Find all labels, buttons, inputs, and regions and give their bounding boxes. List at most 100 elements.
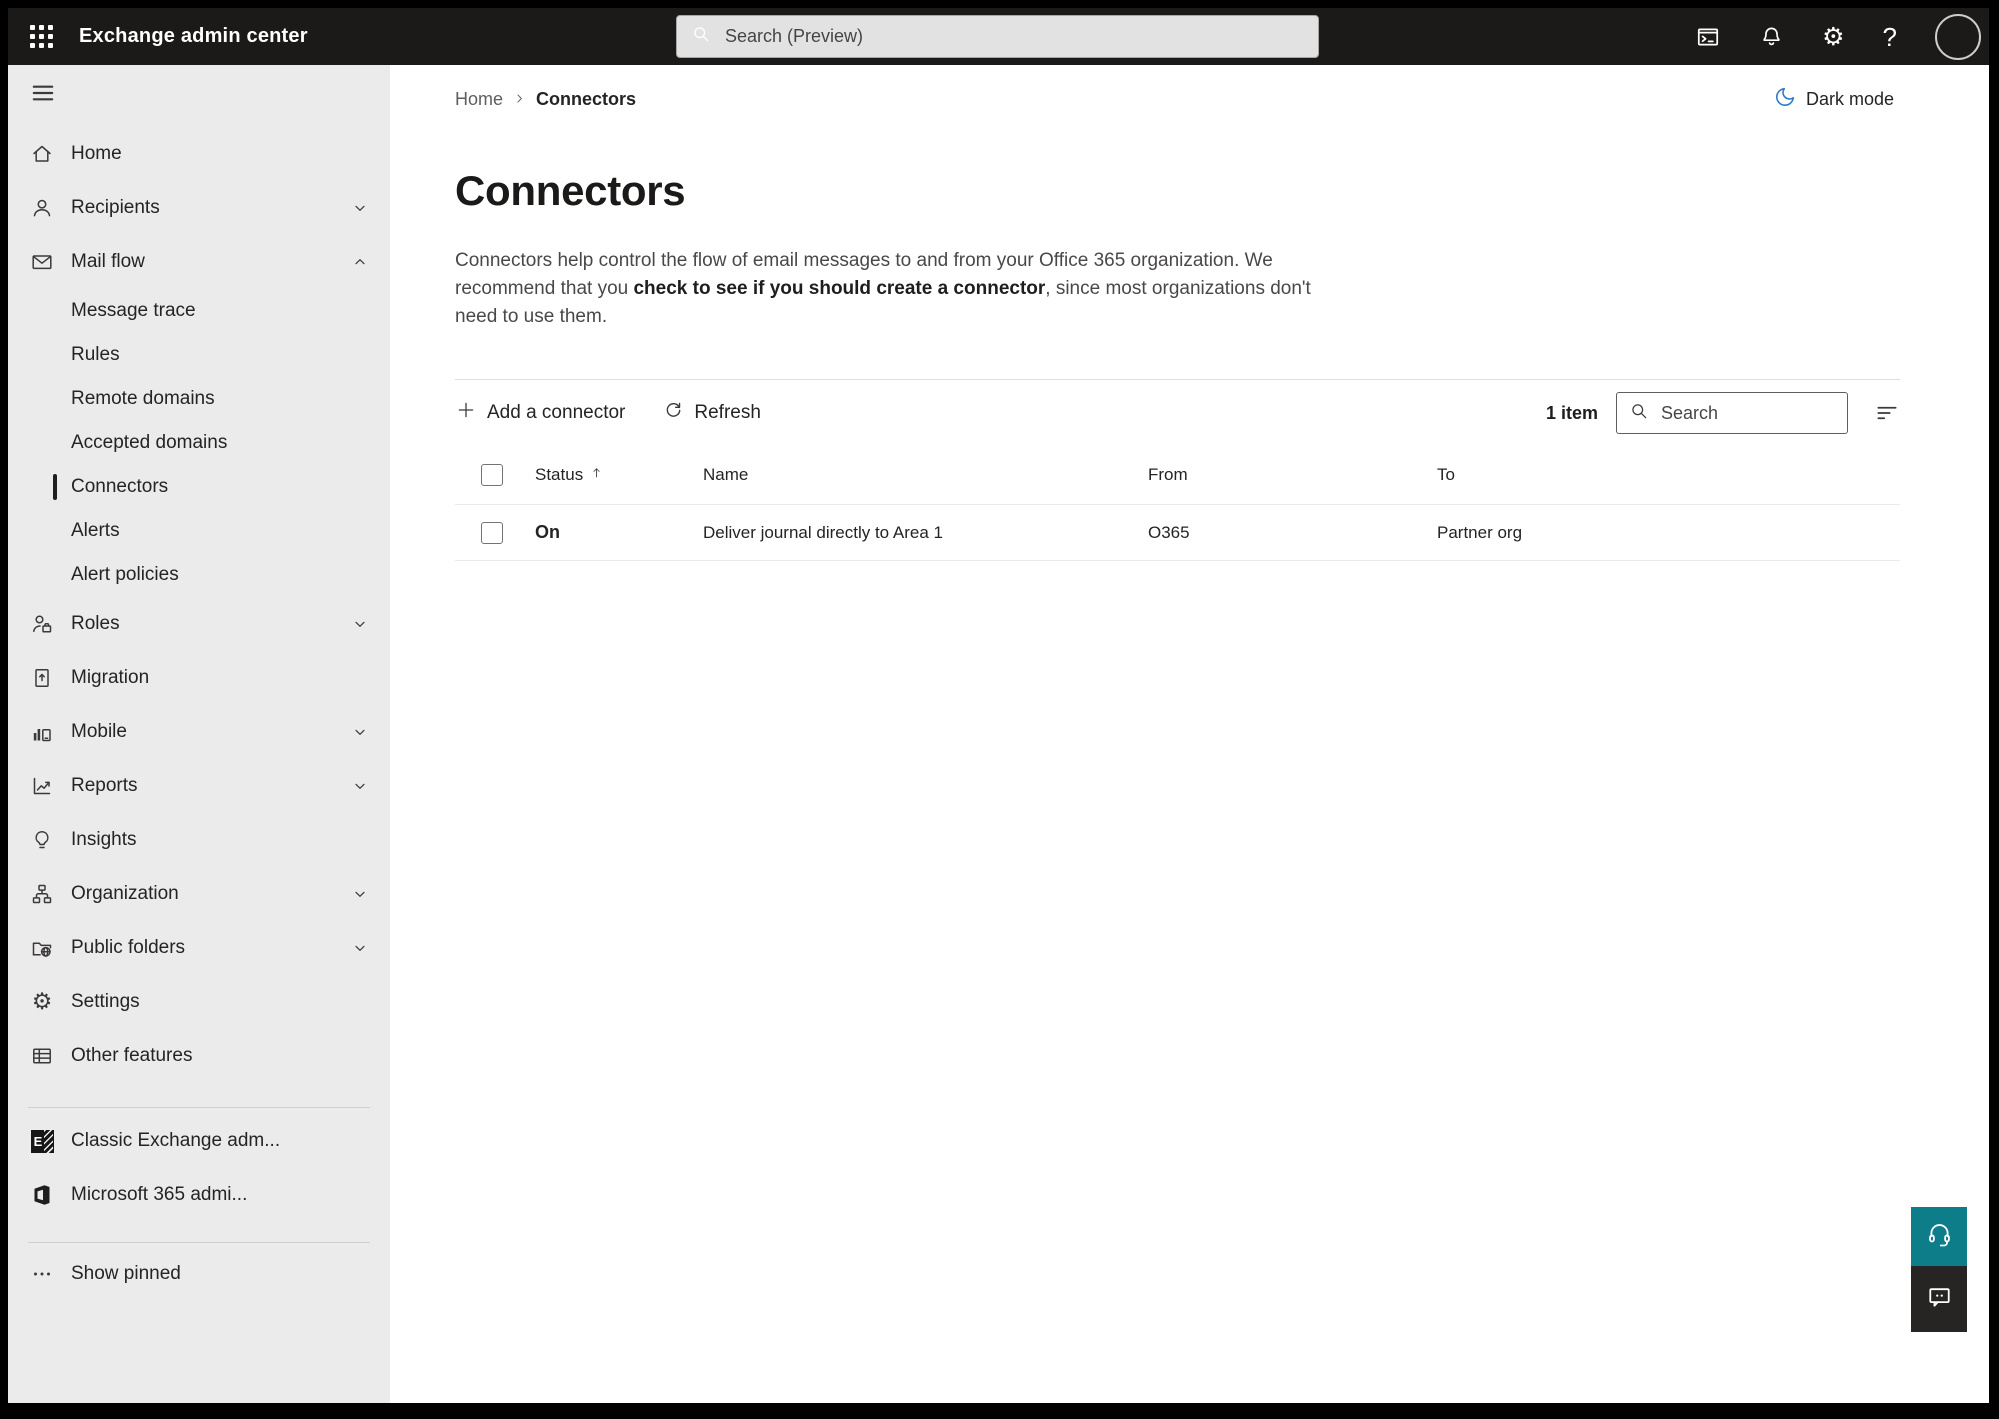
sidebar-item-remote-domains[interactable]: Remote domains: [8, 377, 390, 421]
chevron-right-icon: [513, 89, 526, 110]
sidebar-item-label: Connectors: [71, 476, 169, 497]
sidebar-item-label: Home: [71, 143, 122, 164]
sidebar-item-mail-flow[interactable]: Mail flow: [8, 235, 390, 289]
toolbar-right-group: 1 item: [1546, 392, 1900, 434]
dark-mode-toggle[interactable]: Dark mode: [1774, 86, 1894, 113]
sidebar-item-label: Recipients: [71, 197, 160, 218]
sidebar-item-microsoft-365[interactable]: Microsoft 365 admi...: [8, 1168, 390, 1222]
sidebar-item-accepted-domains[interactable]: Accepted domains: [8, 421, 390, 465]
cell-to: Partner org: [1437, 522, 1523, 542]
sidebar-item-mobile[interactable]: Mobile: [8, 705, 390, 759]
sidebar-item-connectors[interactable]: Connectors: [8, 465, 390, 509]
column-header-label: To: [1437, 465, 1455, 484]
main-content: Home Connectors Dark mode Connectors Con…: [390, 65, 1989, 1403]
description-link[interactable]: check to see if you should create a conn…: [633, 278, 1045, 299]
avatar[interactable]: [1935, 13, 1981, 60]
sidebar-item-label: Mobile: [71, 721, 127, 742]
sidebar-item-settings[interactable]: ⚙ Settings: [8, 975, 390, 1029]
global-search-input[interactable]: [723, 25, 1304, 48]
sidebar-item-label: Mail flow: [71, 251, 145, 272]
feedback-button[interactable]: [1911, 1266, 1967, 1332]
column-header-name[interactable]: Name: [703, 465, 1148, 485]
sidebar-item-other-features[interactable]: Other features: [8, 1029, 390, 1083]
app-launcher-icon[interactable]: [30, 25, 53, 48]
moon-icon: [1774, 86, 1796, 113]
column-header-label: From: [1148, 465, 1188, 484]
sidebar-item-label: Remote domains: [71, 388, 215, 409]
sidebar-item-label: Migration: [71, 667, 150, 688]
plus-icon: [455, 399, 477, 427]
left-nav-sidebar: Home Recipients Mail flow Message trace …: [8, 65, 390, 1403]
sidebar-item-label: Classic Exchange adm...: [71, 1130, 281, 1151]
refresh-button[interactable]: Refresh: [663, 400, 761, 427]
page-description: Connectors help control the flow of emai…: [455, 247, 1315, 331]
sidebar-item-label: Show pinned: [71, 1263, 181, 1284]
cell-from: O365: [1148, 522, 1190, 542]
help-icon[interactable]: ?: [1883, 24, 1897, 50]
add-connector-label: Add a connector: [487, 402, 626, 423]
sidebar-item-reports[interactable]: Reports: [8, 759, 390, 813]
list-search-box[interactable]: [1616, 392, 1848, 434]
sidebar-item-show-pinned[interactable]: Show pinned: [8, 1247, 390, 1301]
microsoft-365-icon: [29, 1183, 55, 1207]
sidebar-item-organization[interactable]: Organization: [8, 867, 390, 921]
gear-icon[interactable]: ⚙: [1822, 24, 1844, 49]
folder-globe-icon: [29, 936, 55, 960]
column-header-status[interactable]: Status: [535, 465, 703, 485]
sidebar-item-recipients[interactable]: Recipients: [8, 181, 390, 235]
chevron-down-icon: [352, 778, 368, 794]
list-search-input[interactable]: [1659, 401, 1835, 425]
filter-icon[interactable]: [1874, 400, 1900, 426]
sidebar-item-alert-policies[interactable]: Alert policies: [8, 553, 390, 597]
sidebar-item-label: Settings: [71, 991, 140, 1012]
sidebar-item-roles[interactable]: Roles: [8, 597, 390, 651]
breadcrumb-home-link[interactable]: Home: [455, 89, 503, 110]
add-connector-button[interactable]: Add a connector: [455, 399, 625, 427]
row-checkbox[interactable]: [481, 521, 503, 544]
sidebar-item-label: Alert policies: [71, 564, 179, 585]
collapse-nav-button[interactable]: [8, 65, 390, 127]
sidebar-item-alerts[interactable]: Alerts: [8, 509, 390, 553]
table-row[interactable]: On Deliver journal directly to Area 1 O3…: [455, 504, 1900, 561]
dark-mode-label: Dark mode: [1805, 88, 1894, 109]
app-title: Exchange admin center: [79, 25, 308, 47]
refresh-icon: [663, 400, 684, 427]
person-icon: [29, 196, 55, 220]
headset-icon: [1926, 1221, 1953, 1253]
terminal-icon[interactable]: [1695, 24, 1721, 50]
column-header-from[interactable]: From: [1148, 465, 1437, 485]
global-search-box[interactable]: [676, 15, 1319, 58]
chevron-down-icon: [352, 940, 368, 956]
sidebar-item-label: Insights: [71, 829, 137, 850]
cell-name[interactable]: Deliver journal directly to Area 1: [703, 523, 1148, 543]
sidebar-item-public-folders[interactable]: Public folders: [8, 921, 390, 975]
sidebar-item-rules[interactable]: Rules: [8, 333, 390, 377]
sidebar-item-migration[interactable]: Migration: [8, 651, 390, 705]
sidebar-item-label: Rules: [71, 344, 120, 365]
mail-icon: [29, 250, 55, 274]
sidebar-item-label: Organization: [71, 883, 179, 904]
select-all-checkbox[interactable]: [481, 464, 503, 486]
home-icon: [29, 142, 55, 166]
sidebar-item-label: Reports: [71, 775, 138, 796]
sidebar-item-label: Message trace: [71, 300, 196, 321]
refresh-label: Refresh: [694, 402, 761, 423]
list-toolbar: Add a connector Refresh 1 item: [455, 380, 1900, 446]
sidebar-item-home[interactable]: Home: [8, 127, 390, 181]
sidebar-item-insights[interactable]: Insights: [8, 813, 390, 867]
chat-feedback-icon: [1926, 1283, 1953, 1315]
chevron-down-icon: [352, 616, 368, 632]
exchange-admin-window: Exchange admin center ⚙ ?: [8, 8, 1989, 1403]
sidebar-item-classic-exchange[interactable]: E Classic Exchange adm...: [8, 1114, 390, 1168]
topbar-icon-group: ⚙ ?: [1695, 13, 1981, 60]
column-header-to[interactable]: To: [1437, 465, 1900, 485]
help-support-button[interactable]: [1911, 1207, 1967, 1266]
floating-button-stack: [1911, 1207, 1967, 1332]
org-chart-icon: [29, 882, 55, 906]
bell-icon[interactable]: [1759, 24, 1784, 49]
connectors-list-section: Add a connector Refresh 1 item Search St…: [455, 379, 1900, 561]
sidebar-item-label: Other features: [71, 1045, 193, 1066]
gear-icon: ⚙: [31, 988, 53, 1015]
screenshot-frame: Exchange admin center ⚙ ?: [0, 0, 1999, 1419]
sidebar-item-message-trace[interactable]: Message trace: [8, 289, 390, 333]
